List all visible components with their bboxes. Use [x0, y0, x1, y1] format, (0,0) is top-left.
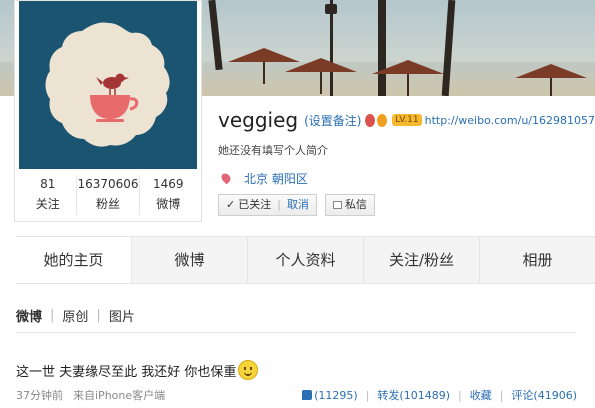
stat-followers[interactable]: 16370606 粉丝 [77, 175, 140, 215]
filter-weibo[interactable]: 微博 [16, 306, 42, 325]
profile-stats: 81 关注 16370606 粉丝 1469 微博 [19, 175, 197, 215]
comment-link[interactable]: 评论(41906) [511, 387, 577, 403]
favorite-link[interactable]: 收藏 [470, 387, 492, 403]
teacup-bird-icon [45, 22, 170, 147]
palm-trunk [208, 0, 223, 71]
divider: | [50, 308, 55, 323]
post-text: 这一世 夫妻缘尽至此 我还好 你也保重 [16, 360, 259, 380]
bio-text: 她还没有填写个人简介 [218, 144, 328, 157]
username: veggieg [218, 108, 299, 132]
like-count[interactable]: (11295) [314, 389, 358, 402]
divider: | [457, 388, 462, 402]
vip-crown-icon [365, 113, 376, 127]
divider: | [365, 388, 370, 402]
profile-info: veggieg (设置备注) LV.11 http://weibo.com/u/… [218, 106, 595, 216]
stat-value: 16370606 [77, 177, 139, 191]
name-row: veggieg (设置备注) LV.11 http://weibo.com/u/… [218, 106, 595, 134]
post-meta: 37分钟前 来自iPhone客户端 [16, 387, 165, 403]
profile-url-link[interactable]: http://weibo.com/u/162981057 [425, 114, 595, 127]
lamp-head [325, 4, 337, 14]
tab-home[interactable]: 她的主页 [16, 237, 132, 283]
message-button[interactable]: 私信 [324, 194, 375, 216]
stat-posts[interactable]: 1469 微博 [140, 175, 197, 215]
message-icon [332, 201, 342, 209]
stat-value: 1469 [153, 177, 184, 191]
check-icon: ✓ [226, 198, 236, 211]
stat-label: 微博 [156, 197, 181, 211]
location-text: 北京 朝阳区 [244, 171, 308, 186]
profile-tabs: 她的主页 微博 个人资料 关注/粉丝 相册 [16, 236, 595, 284]
beach-umbrella [285, 58, 357, 94]
beach-umbrella [372, 60, 444, 96]
divider: | [96, 308, 101, 323]
post-time[interactable]: 37分钟前 [16, 387, 63, 403]
followed-label: 已关注 [238, 198, 272, 211]
stat-label: 关注 [35, 197, 60, 211]
stat-value: 81 [40, 177, 56, 191]
post-content: 这一世 夫妻缘尽至此 我还好 你也保重 [16, 364, 237, 380]
tab-follow-fans[interactable]: 关注/粉丝 [364, 237, 480, 283]
repost-link[interactable]: 转发(101489) [377, 387, 450, 403]
tab-album[interactable]: 相册 [480, 237, 595, 283]
like-thumb-icon[interactable] [302, 390, 313, 400]
verified-shield-icon [377, 113, 388, 127]
filter-pictures[interactable]: 图片 [109, 306, 135, 325]
stat-following[interactable]: 81 关注 [19, 175, 78, 215]
post-source: 来自iPhone客户端 [73, 389, 166, 402]
set-remark-link[interactable]: (设置备注) [304, 112, 361, 129]
avatar[interactable] [19, 1, 197, 169]
unfollow-link[interactable]: 取消 [287, 195, 309, 215]
tab-weibo[interactable]: 微博 [132, 237, 248, 283]
post-actions: (11295) | 转发(101489) | 收藏 | 评论(41906) [302, 387, 577, 403]
filter-original[interactable]: 原创 [62, 306, 88, 325]
location[interactable]: 北京 朝阳区 [218, 170, 595, 186]
location-pin-icon [219, 171, 233, 185]
feed-divider [16, 332, 576, 333]
feed-filter: 微博 | 原创 | 图片 [16, 306, 135, 325]
divider: | [499, 388, 504, 402]
stat-label: 粉丝 [96, 197, 121, 211]
level-badge: LV.11 [392, 114, 422, 126]
divider: | [277, 198, 281, 211]
action-row: ✓ 已关注 | 取消 私信 [218, 194, 595, 216]
smile-emoji-icon [238, 360, 259, 380]
profile-card: 81 关注 16370606 粉丝 1469 微博 [14, 0, 202, 222]
tab-profile[interactable]: 个人资料 [248, 237, 364, 283]
followed-button[interactable]: ✓ 已关注 | 取消 [218, 194, 317, 216]
message-label: 私信 [344, 198, 367, 211]
beach-umbrella [515, 64, 587, 96]
